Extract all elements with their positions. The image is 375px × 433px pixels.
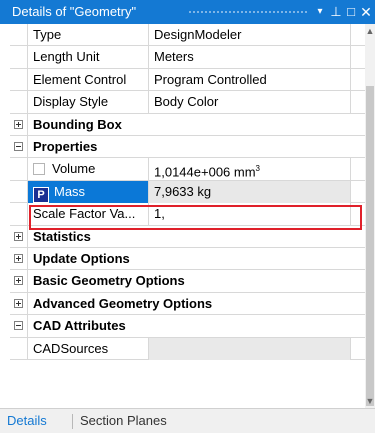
group-statistics[interactable]: Statistics [10, 225, 365, 248]
collapse-icon[interactable] [14, 321, 23, 331]
maximize-icon[interactable]: □ [343, 0, 359, 24]
property-name: Volume [52, 161, 96, 177]
property-value[interactable]: 7,9633 kg [149, 180, 351, 204]
expand-icon[interactable] [14, 119, 23, 129]
group-properties[interactable]: Properties [10, 136, 365, 159]
row-length-unit[interactable]: Length Unit Meters [10, 46, 365, 69]
property-name: Display Style [27, 91, 149, 114]
property-value[interactable]: 1, [149, 203, 351, 226]
property-value[interactable]: Body Color [149, 91, 351, 114]
row-mass[interactable]: P Mass 7,9633 kg [10, 180, 365, 204]
group-bounding-box[interactable]: Bounding Box [10, 113, 365, 136]
panel-title: Details of "Geometry" [12, 4, 137, 19]
row-display-style[interactable]: Display Style Body Color [10, 91, 365, 114]
collapse-icon[interactable] [14, 142, 23, 151]
group-basic-geometry-options[interactable]: Basic Geometry Options [10, 270, 365, 293]
drag-grip[interactable] [189, 11, 307, 13]
property-name-cell: Volume [27, 158, 149, 181]
property-value[interactable]: Program Controlled [149, 68, 351, 92]
vertical-scrollbar[interactable]: ▲ ▼ [365, 24, 375, 408]
value-exponent: 3 [255, 164, 260, 174]
property-value[interactable]: DesignModeler [149, 24, 351, 47]
property-name-cell: P Mass [27, 180, 149, 204]
group-label: Bounding Box [27, 113, 351, 136]
group-label: Basic Geometry Options [27, 270, 351, 293]
property-name: Mass [54, 183, 86, 199]
property-value[interactable]: Meters [149, 46, 351, 69]
property-name: Length Unit [27, 46, 149, 69]
parameter-checkbox[interactable] [33, 163, 45, 176]
group-label: Statistics [27, 225, 351, 248]
tab-divider [72, 414, 73, 429]
details-panel-titlebar: Details of "Geometry" ▾ ⊥ □ ✕ [0, 0, 375, 24]
group-label: Properties [27, 136, 351, 159]
parameter-badge-icon[interactable]: P [33, 186, 49, 203]
row-volume[interactable]: Volume 1,0144e+006 mm3 [10, 158, 365, 181]
scroll-thumb[interactable] [366, 86, 374, 406]
close-icon[interactable]: ✕ [358, 0, 374, 24]
tab-section-planes[interactable]: Section Planes [80, 409, 167, 433]
row-scale-factor[interactable]: Scale Factor Va... 1, [10, 203, 365, 226]
row-type[interactable]: Type DesignModeler [10, 24, 365, 47]
property-value-cell[interactable]: 1,0144e+006 mm3 [149, 158, 351, 181]
group-update-options[interactable]: Update Options [10, 248, 365, 271]
property-name: CADSources [27, 337, 149, 360]
expand-icon[interactable] [14, 276, 23, 286]
scroll-down-icon[interactable]: ▼ [365, 394, 375, 408]
panel-tab-bar: Details Section Planes [0, 408, 375, 433]
property-value[interactable] [149, 337, 351, 360]
row-cad-sources[interactable]: CADSources [10, 337, 365, 360]
property-name: Scale Factor Va... [27, 203, 149, 226]
group-cad-attributes[interactable]: CAD Attributes [10, 315, 365, 338]
pin-icon[interactable]: ⊥ [328, 0, 344, 24]
property-value: 1,0144e+006 mm [154, 164, 256, 180]
tab-details[interactable]: Details [7, 409, 47, 433]
expand-icon[interactable] [14, 298, 23, 308]
scroll-up-icon[interactable]: ▲ [365, 24, 375, 38]
expand-icon[interactable] [14, 254, 23, 263]
row-element-control[interactable]: Element Control Program Controlled [10, 68, 365, 92]
details-grid: Type DesignModeler Length Unit Meters El… [10, 24, 365, 398]
property-name: Type [27, 24, 149, 47]
dropdown-icon[interactable]: ▾ [312, 0, 328, 24]
group-label: Advanced Geometry Options [27, 292, 351, 316]
group-label: Update Options [27, 248, 351, 271]
group-label: CAD Attributes [27, 315, 351, 338]
expand-icon[interactable] [14, 231, 23, 241]
property-name: Element Control [27, 68, 149, 92]
group-advanced-geometry-options[interactable]: Advanced Geometry Options [10, 292, 365, 316]
